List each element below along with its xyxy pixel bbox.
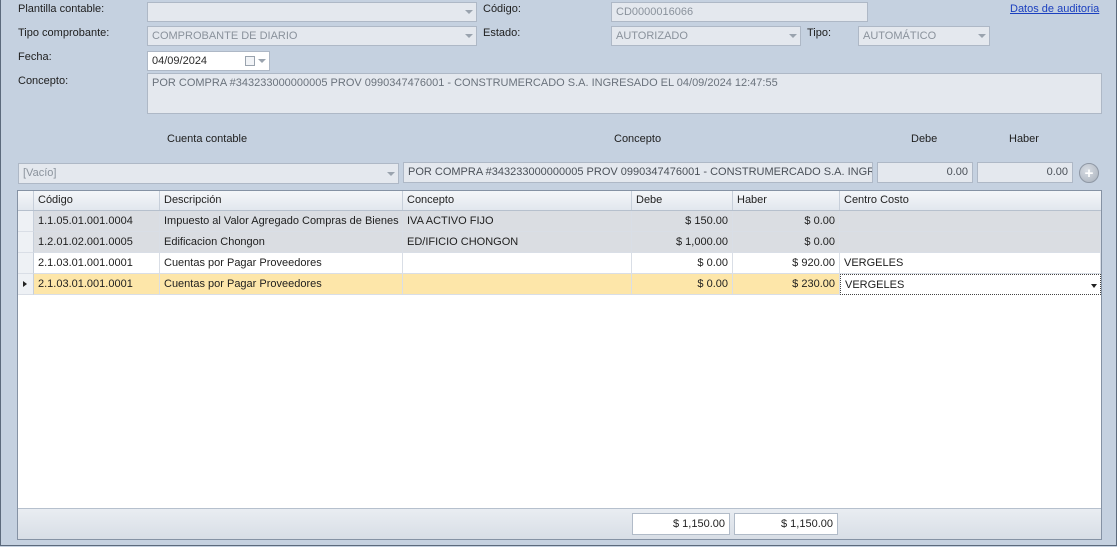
cell-debe[interactable]: $ 0.00 (632, 253, 733, 274)
chevron-down-icon (465, 10, 473, 14)
concepto-header: Concepto (614, 133, 662, 145)
plantilla-label: Plantilla contable: (18, 3, 105, 15)
plantilla-select[interactable] (147, 2, 477, 22)
row-indicator[interactable] (18, 232, 34, 253)
cell-descripcion[interactable]: Cuentas por Pagar Proveedores (160, 274, 403, 295)
codigo-value: CD0000016066 (616, 6, 694, 18)
debe-header: Debe (911, 133, 938, 145)
entry-concepto-input[interactable]: POR COMPRA #343233000000005 PROV 0990347… (403, 162, 873, 183)
concepto-value: POR COMPRA #343233000000005 PROV 0990347… (152, 77, 778, 89)
table-row-selected[interactable]: 2.1.03.01.001.0001 Cuentas por Pagar Pro… (18, 274, 1101, 295)
concepto-label: Concepto: (18, 75, 69, 87)
cell-centro-costo[interactable]: VERGELES (840, 253, 1101, 274)
concepto-textarea[interactable]: POR COMPRA #343233000000005 PROV 0990347… (147, 73, 1102, 114)
cell-codigo[interactable]: 1.2.01.02.001.0005 (34, 232, 160, 253)
table-row[interactable]: 1.2.01.02.001.0005 Edificacion Chongon E… (18, 232, 1101, 253)
cell-concepto[interactable]: IVA ACTIVO FIJO (403, 211, 632, 232)
estado-select[interactable]: AUTORIZADO (611, 26, 801, 46)
row-indicator[interactable] (18, 211, 34, 232)
cell-haber[interactable]: $ 230.00 (733, 274, 840, 295)
grid-header-indicator (18, 191, 34, 210)
haber-input[interactable]: 0.00 (977, 162, 1073, 183)
cell-concepto[interactable] (403, 274, 632, 295)
estado-value: AUTORIZADO (616, 30, 688, 42)
chevron-down-icon (978, 34, 986, 38)
debe-input[interactable]: 0.00 (877, 162, 973, 183)
cell-centro-costo[interactable] (840, 232, 1101, 253)
datos-auditoria-link[interactable]: Datos de auditoria (1010, 3, 1099, 15)
chevron-down-icon (387, 171, 395, 176)
centro-costo-editor[interactable]: VERGELES (840, 274, 1101, 295)
table-row[interactable]: 2.1.03.01.001.0001 Cuentas por Pagar Pro… (18, 253, 1101, 274)
tipo-select[interactable]: AUTOMÁTICO (858, 26, 990, 46)
column-header-concepto[interactable]: Concepto (403, 191, 632, 210)
cell-codigo[interactable]: 1.1.05.01.001.0004 (34, 211, 160, 232)
fecha-label: Fecha: (18, 51, 52, 63)
cell-centro-costo[interactable] (840, 211, 1101, 232)
estado-label: Estado: (483, 27, 521, 39)
calendar-icon[interactable] (245, 56, 255, 66)
cell-descripcion[interactable]: Edificacion Chongon (160, 232, 403, 253)
chevron-down-icon (789, 34, 797, 38)
current-row-arrow-icon (23, 281, 27, 287)
column-header-descripcion[interactable]: Descripción (160, 191, 403, 210)
cell-codigo[interactable]: 2.1.03.01.001.0001 (34, 274, 160, 295)
cell-concepto[interactable] (403, 253, 632, 274)
tipo-comprobante-select[interactable]: COMPROBANTE DE DIARIO (147, 26, 477, 46)
cell-debe[interactable]: $ 0.00 (632, 274, 733, 295)
tipo-label: Tipo: (807, 27, 832, 39)
total-haber: $ 1,150.00 (734, 513, 838, 535)
tipo-value: AUTOMÁTICO (863, 30, 937, 42)
entry-concepto-value: POR COMPRA #343233000000005 PROV 0990347… (408, 166, 873, 178)
fecha-value: 04/09/2024 (152, 55, 208, 67)
chevron-down-icon (465, 34, 473, 38)
cell-debe[interactable]: $ 1,000.00 (632, 232, 733, 253)
cell-haber[interactable]: $ 920.00 (733, 253, 840, 274)
haber-header: Haber (1009, 133, 1039, 145)
row-indicator[interactable] (18, 274, 34, 295)
column-header-codigo[interactable]: Código (34, 191, 160, 210)
cuenta-contable-header: Cuenta contable (167, 133, 248, 145)
centro-costo-value: VERGELES (845, 279, 905, 291)
tipo-comprobante-value: COMPROBANTE DE DIARIO (152, 30, 298, 42)
table-row[interactable]: 1.1.05.01.001.0004 Impuesto al Valor Agr… (18, 211, 1101, 232)
debe-value: 0.00 (946, 166, 968, 178)
tipo-comprobante-label: Tipo comprobante: (18, 27, 110, 39)
cuenta-contable-placeholder: [Vacío] (23, 167, 57, 179)
fecha-date-picker[interactable]: 04/09/2024 (147, 51, 270, 71)
grid-header: Código Descripción Concepto Debe Haber C… (18, 191, 1101, 211)
chevron-down-icon[interactable] (258, 59, 266, 63)
cell-concepto[interactable]: ED/IFICIO CHONGON (403, 232, 632, 253)
cell-haber[interactable]: $ 0.00 (733, 211, 840, 232)
cell-descripcion[interactable]: Cuentas por Pagar Proveedores (160, 253, 403, 274)
cell-descripcion[interactable]: Impuesto al Valor Agregado Compras de Bi… (160, 211, 403, 232)
cell-debe[interactable]: $ 150.00 (632, 211, 733, 232)
haber-value: 0.00 (1046, 166, 1068, 178)
plus-circle-icon[interactable]: + (1079, 163, 1099, 183)
column-header-haber[interactable]: Haber (733, 191, 840, 210)
chevron-down-icon[interactable] (1091, 284, 1097, 288)
codigo-label: Código: (483, 3, 521, 15)
column-header-debe[interactable]: Debe (632, 191, 733, 210)
column-header-centro-costo[interactable]: Centro Costo (840, 191, 1101, 210)
grid-footer: $ 1,150.00 $ 1,150.00 (18, 508, 1101, 539)
codigo-field[interactable]: CD0000016066 (611, 2, 868, 22)
cell-haber[interactable]: $ 0.00 (733, 232, 840, 253)
row-indicator[interactable] (18, 253, 34, 274)
cell-codigo[interactable]: 2.1.03.01.001.0001 (34, 253, 160, 274)
asientos-grid: Código Descripción Concepto Debe Haber C… (17, 190, 1102, 540)
cuenta-contable-select[interactable]: [Vacío] (18, 163, 399, 184)
total-debe: $ 1,150.00 (632, 513, 730, 535)
